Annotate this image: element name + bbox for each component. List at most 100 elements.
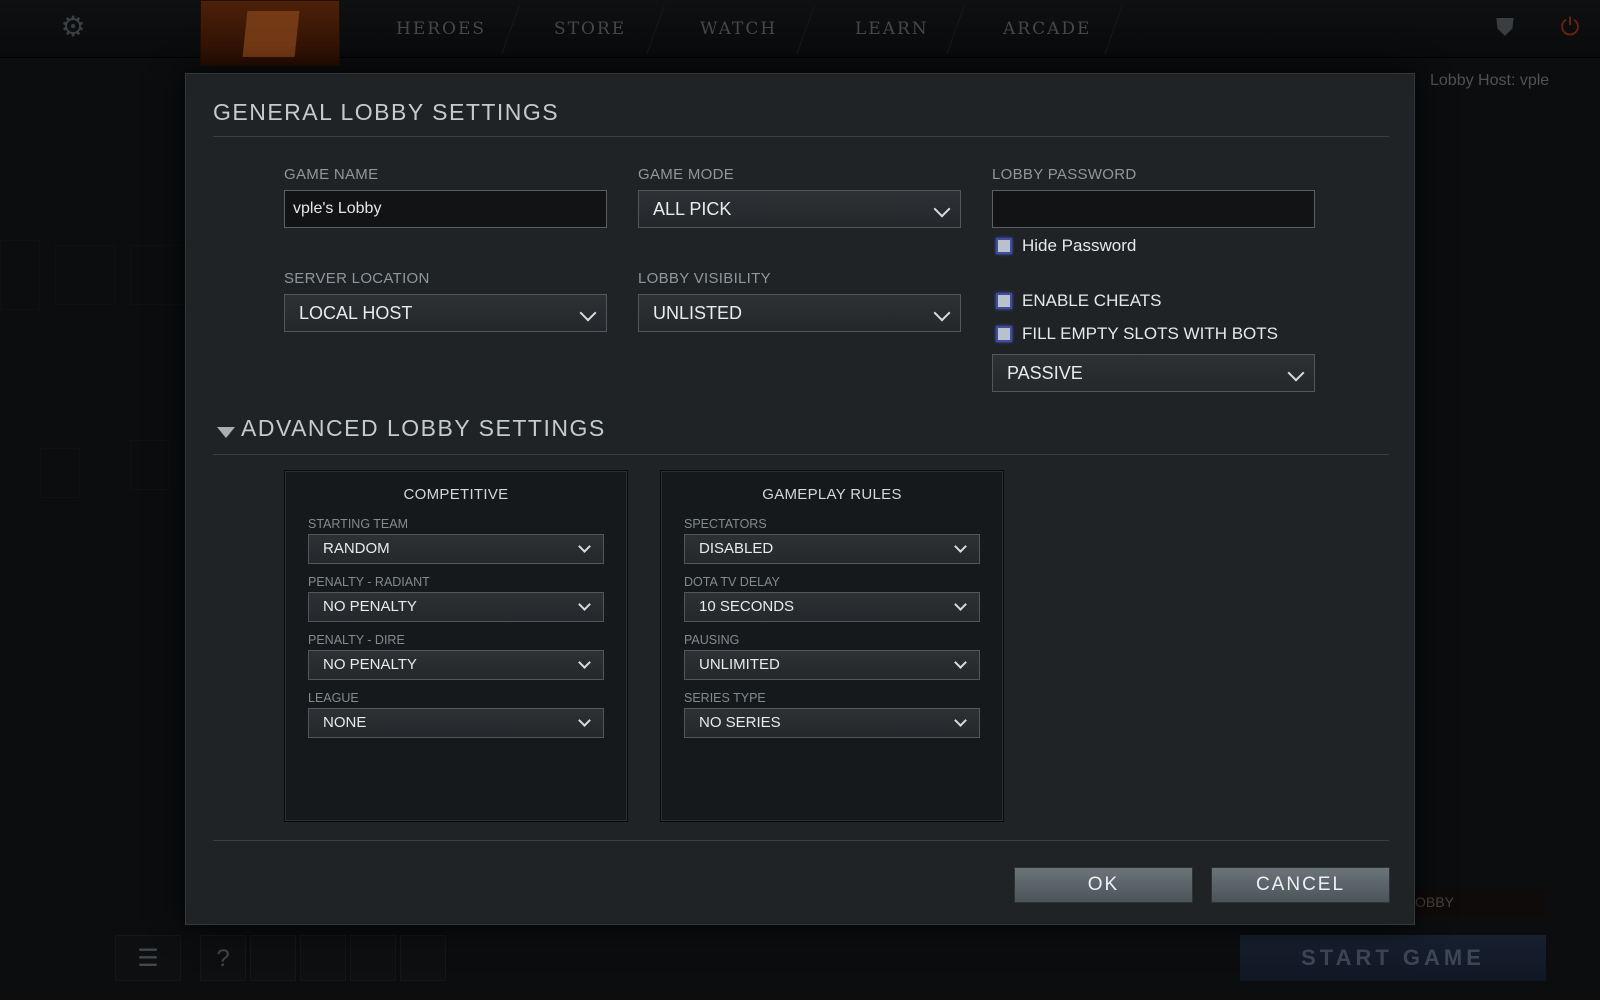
penalty-radiant-dropdown[interactable]: NO PENALTY	[308, 592, 604, 622]
pausing-value: UNLIMITED	[699, 656, 780, 673]
pausing-label: PAUSING	[684, 633, 740, 647]
ok-button[interactable]: OK	[1014, 867, 1193, 903]
penalty-dire-value: NO PENALTY	[323, 656, 417, 673]
chevron-down-icon	[954, 540, 967, 553]
nav-separator	[1104, 6, 1123, 54]
empty-slot	[350, 935, 396, 981]
collapse-triangle-icon[interactable]	[217, 427, 235, 438]
chevron-down-icon	[578, 540, 591, 553]
settings-gear-icon[interactable]: ⚙	[58, 12, 88, 42]
starting-team-label: STARTING TEAM	[308, 517, 409, 531]
spectators-dropdown[interactable]: DISABLED	[684, 534, 980, 564]
advanced-settings-title[interactable]: ADVANCED LOBBY SETTINGS	[241, 415, 606, 442]
chevron-down-icon	[954, 656, 967, 669]
chevron-down-icon	[578, 714, 591, 727]
game-name-input[interactable]: vple's Lobby	[284, 190, 607, 228]
bot-difficulty-dropdown[interactable]: PASSIVE	[992, 354, 1315, 392]
server-location-label: SERVER LOCATION	[284, 270, 430, 287]
chevron-down-icon	[578, 598, 591, 611]
game-mode-dropdown[interactable]: ALL PICK	[638, 190, 961, 228]
nav-store[interactable]: STORE	[554, 0, 626, 58]
armory-icon[interactable]: ⛊	[1490, 14, 1520, 44]
hero-portrait	[55, 245, 115, 305]
divider	[213, 454, 1389, 455]
lobby-password-input[interactable]	[992, 190, 1315, 228]
hide-password-checkbox[interactable]: Hide Password	[996, 236, 1136, 256]
penalty-radiant-label: PENALTY - RADIANT	[308, 575, 430, 589]
shield-icon	[40, 448, 80, 498]
chevron-down-icon	[1287, 364, 1305, 382]
empty-slot	[400, 935, 446, 981]
dota-logo-icon	[242, 11, 300, 57]
chevron-down-icon	[579, 304, 597, 322]
starting-team-value: RANDOM	[323, 540, 390, 557]
divider	[213, 136, 1389, 137]
nav-arcade[interactable]: ARCADE	[1003, 0, 1091, 58]
competitive-title: COMPETITIVE	[403, 486, 509, 503]
nav-separator	[501, 6, 520, 54]
game-name-label: GAME NAME	[284, 166, 379, 183]
game-mode-label: GAME MODE	[638, 166, 735, 183]
game-mode-value: ALL PICK	[653, 199, 732, 219]
fill-bots-checkbox[interactable]: FILL EMPTY SLOTS WITH BOTS	[996, 324, 1278, 344]
server-location-value: LOCAL HOST	[299, 303, 413, 323]
dota-tv-delay-label: DOTA TV DELAY	[684, 575, 780, 589]
chevron-down-icon	[954, 598, 967, 611]
lobby-visibility-label: LOBBY VISIBILITY	[638, 270, 771, 287]
league-dropdown[interactable]: NONE	[308, 708, 604, 738]
server-location-dropdown[interactable]: LOCAL HOST	[284, 294, 607, 332]
help-button[interactable]: ?	[200, 935, 246, 981]
spectators-value: DISABLED	[699, 540, 774, 557]
enable-cheats-label: ENABLE CHEATS	[1022, 291, 1162, 310]
general-settings-title: GENERAL LOBBY SETTINGS	[213, 99, 560, 125]
nav-watch[interactable]: WATCH	[700, 0, 777, 58]
divider	[213, 840, 1389, 841]
chevron-down-icon	[578, 656, 591, 669]
empty-slot	[250, 935, 296, 981]
series-type-value: NO SERIES	[699, 714, 781, 731]
lobby-host-label: Lobby Host: vple	[1430, 72, 1550, 89]
dota-tv-delay-dropdown[interactable]: 10 SECONDS	[684, 592, 980, 622]
pausing-dropdown[interactable]: UNLIMITED	[684, 650, 980, 680]
top-nav-bar: ⚙ HEROES STORE WATCH LEARN ARCADE ⛊ ⏻	[0, 0, 1600, 66]
dota-tv-delay-value: 10 SECONDS	[699, 598, 795, 615]
series-type-dropdown[interactable]: NO SERIES	[684, 708, 980, 738]
gameplay-rules-title: GAMEPLAY RULES	[762, 486, 902, 503]
league-label: LEAGUE	[308, 691, 359, 705]
party-icon[interactable]: ☰	[115, 935, 181, 981]
cancel-button[interactable]: CANCEL	[1211, 867, 1390, 903]
bot-difficulty-value: PASSIVE	[1007, 363, 1083, 383]
start-game-button[interactable]: START GAME	[1240, 935, 1546, 981]
lobby-password-label: LOBBY PASSWORD	[992, 166, 1137, 183]
hide-password-label: Hide Password	[1022, 236, 1137, 255]
nav-separator	[796, 6, 815, 54]
league-value: NONE	[323, 714, 367, 731]
hero-portrait	[130, 245, 190, 305]
lobby-side-panel	[1395, 110, 1545, 710]
series-type-label: SERIES TYPE	[684, 691, 766, 705]
checkbox-box[interactable]	[996, 238, 1012, 254]
checkbox-box[interactable]	[996, 326, 1012, 342]
enable-cheats-checkbox[interactable]: ENABLE CHEATS	[996, 291, 1162, 311]
lobby-visibility-dropdown[interactable]: UNLISTED	[638, 294, 961, 332]
penalty-dire-label: PENALTY - DIRE	[308, 633, 405, 647]
badge-icon	[130, 440, 170, 490]
chevron-down-icon	[933, 304, 951, 322]
checkbox-box[interactable]	[996, 293, 1012, 309]
dota-logo[interactable]	[200, 0, 340, 66]
chevron-down-icon	[933, 200, 951, 218]
nav-separator	[946, 6, 965, 54]
nav-learn[interactable]: LEARN	[855, 0, 929, 58]
penalty-radiant-value: NO PENALTY	[323, 598, 417, 615]
nav-separator	[646, 6, 665, 54]
nav-heroes[interactable]: HEROES	[396, 0, 486, 58]
power-icon[interactable]: ⏻	[1555, 14, 1585, 44]
starting-team-dropdown[interactable]: RANDOM	[308, 534, 604, 564]
competitive-panel: COMPETITIVE STARTING TEAM RANDOM PENALTY…	[284, 470, 628, 822]
empty-slot	[300, 935, 346, 981]
fill-bots-label: FILL EMPTY SLOTS WITH BOTS	[1022, 324, 1278, 343]
lobby-settings-dialog: GENERAL LOBBY SETTINGS GAME NAME vple's …	[185, 73, 1415, 925]
profile-avatar	[0, 240, 40, 310]
lobby-visibility-value: UNLISTED	[653, 303, 743, 323]
penalty-dire-dropdown[interactable]: NO PENALTY	[308, 650, 604, 680]
